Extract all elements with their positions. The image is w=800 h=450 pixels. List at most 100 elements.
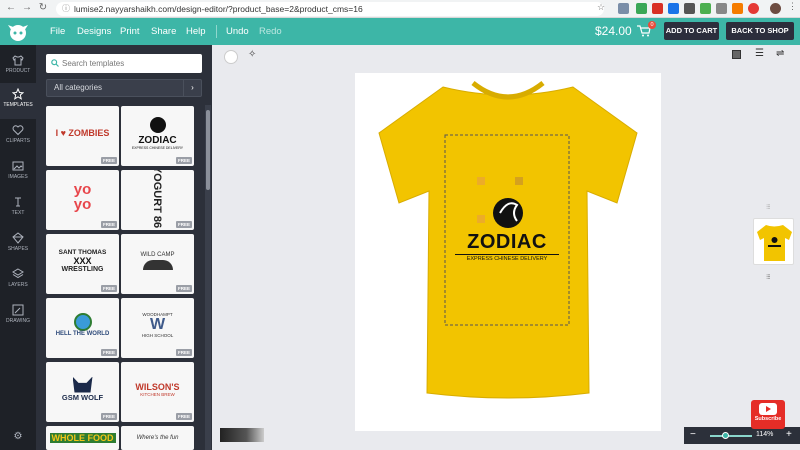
star-icon[interactable]: ☆ [597,2,605,13]
design-subtitle[interactable]: EXPRESS CHINESE DELIVERY [455,254,559,262]
extension-icon[interactable] [732,3,743,14]
back-to-shop-button[interactable]: BACK TO SHOP [726,22,794,40]
category-select[interactable]: All categories › [46,79,202,97]
avatar[interactable] [770,3,781,14]
kebab-menu-icon[interactable]: ⋮ [788,1,797,12]
extension-icon[interactable] [636,3,647,14]
image-icon [12,161,24,171]
template-title: WILD CAMP [140,252,175,258]
menu-help[interactable]: Help [186,18,206,45]
zoom-slider-handle[interactable] [722,432,729,439]
cart-count-badge: 0 [648,21,656,29]
copy-icon[interactable] [732,50,741,59]
rail-product[interactable]: PRODUCT [0,49,36,85]
zoom-in-button[interactable]: + [786,429,792,440]
template-item[interactable]: SANT THOMAS XXX WRESTLING FREE [46,234,119,294]
browser-toolbar: ← → ↻ ⓘ lumise2.nayyarshaikh.com/design-… [0,0,800,18]
template-item[interactable]: HELL THE WORLD FREE [46,298,119,358]
rail-label: DRAWING [6,318,30,324]
rail-shapes[interactable]: SHAPES [0,227,36,263]
tshirt-thumbnail [757,225,792,261]
template-item[interactable]: WOODHAMPT W HIGH SCHOOL FREE [121,298,194,358]
extension-icon[interactable] [716,3,727,14]
zoom-out-button[interactable]: − [690,429,696,440]
redo-button[interactable]: Redo [259,18,282,45]
zoom-control: − 114% + [684,427,800,444]
extension-icon[interactable] [684,3,695,14]
back-icon[interactable]: ← [4,2,18,13]
template-artwork: WILSON'S KITCHEN BREW [121,362,194,416]
template-title: WILSON'S [135,381,180,392]
template-title: HELL THE WORLD [55,331,110,337]
chevron-right-icon: › [183,80,201,96]
template-artwork: WILD CAMP [121,234,194,288]
menu-share[interactable]: Share [151,18,176,45]
template-item[interactable]: I ♥ ZOMBIES FREE [46,106,119,166]
template-artwork: YOGURT 86 [121,170,194,228]
menu-file[interactable]: File [50,18,65,45]
zoom-slider[interactable] [710,435,752,437]
extension-icon[interactable] [700,3,711,14]
template-item[interactable]: WILD CAMP FREE [121,234,194,294]
menu-print[interactable]: Print [120,18,140,45]
template-artwork: HELL THE WORLD [46,298,119,352]
rail-text[interactable]: TEXT [0,191,36,227]
search-input[interactable]: Search templates [46,54,202,73]
rail-drawing[interactable]: DRAWING [0,299,36,335]
magic-wand-icon[interactable]: ✧ [248,49,256,60]
extension-icon[interactable] [748,3,759,14]
product-side-thumbnail[interactable] [753,218,794,265]
youtube-icon [759,403,777,415]
chevron-up-icon[interactable]: ⁝⁝⁝ [766,203,771,211]
search-icon [51,59,59,67]
free-badge: FREE [100,157,117,164]
design-title[interactable]: ZODIAC [445,231,569,254]
list-icon[interactable]: ☰ [755,48,764,59]
template-title: ZODIAC [138,134,177,146]
template-item[interactable]: Where's the fun [121,426,194,450]
reload-icon[interactable]: ↻ [36,2,50,13]
free-badge: FREE [100,349,117,356]
address-bar[interactable]: ⓘ lumise2.nayyarshaikh.com/design-editor… [56,2,604,16]
menu-designs[interactable]: Designs [77,18,111,45]
subscribe-button[interactable]: Subscribe [751,400,785,429]
lumise-logo[interactable] [6,21,30,43]
star-icon [12,88,24,100]
rail-templates[interactable]: TEMPLATES [0,83,36,119]
rail-cliparts[interactable]: CLIPARTS [0,119,36,155]
template-artwork: WHOLE FOOD [46,426,119,450]
template-item[interactable]: WHOLE FOOD [46,426,119,450]
templates-panel: Search templates All categories › I ♥ ZO… [36,45,212,450]
settings-button[interactable]: ⚙ [0,431,36,447]
color-swatch-strip[interactable] [220,428,264,442]
rail-images[interactable]: IMAGES [0,155,36,191]
rail-layers[interactable]: LAYERS [0,263,36,299]
design-stage[interactable]: ZODIAC EXPRESS CHINESE DELIVERY [355,73,661,431]
free-badge: FREE [175,157,192,164]
color-picker[interactable] [224,50,238,64]
rail-label: TEMPLATES [3,102,33,108]
template-item[interactable]: YOGURT 86 FREE [121,170,194,230]
rail-label: CLIPARTS [6,138,30,144]
template-title: Where's the fun [136,435,179,441]
forward-icon[interactable]: → [20,2,34,13]
template-subtitle: KITCHEN BREW [140,391,175,397]
chevron-down-icon[interactable]: ⁝⁝⁝ [766,273,771,281]
add-to-cart-button[interactable]: ADD TO CART [664,22,719,40]
extension-icon[interactable] [668,3,679,14]
sliders-icon[interactable]: ⇌ [776,48,784,59]
undo-button[interactable]: Undo [226,18,249,45]
template-item[interactable]: yo yo FREE [46,170,119,230]
subscribe-label: Subscribe [754,416,782,422]
template-item[interactable]: ZODIAC EXPRESS CHINESE DELIVERY FREE [121,106,194,166]
template-item[interactable]: WILSON'S KITCHEN BREW FREE [121,362,194,422]
template-subtitle: WRESTLING [61,266,104,273]
category-value: All categories [54,83,103,92]
template-item[interactable]: GSM WOLF FREE [46,362,119,422]
extension-icon[interactable] [618,3,629,14]
extension-icon[interactable] [652,3,663,14]
panel-scrollbar-thumb[interactable] [206,110,210,190]
tool-sidebar: PRODUCT TEMPLATES CLIPARTS IMAGES TEXT S… [0,45,36,450]
template-title: YOGURT 86 [151,170,164,229]
free-badge: FREE [175,349,192,356]
